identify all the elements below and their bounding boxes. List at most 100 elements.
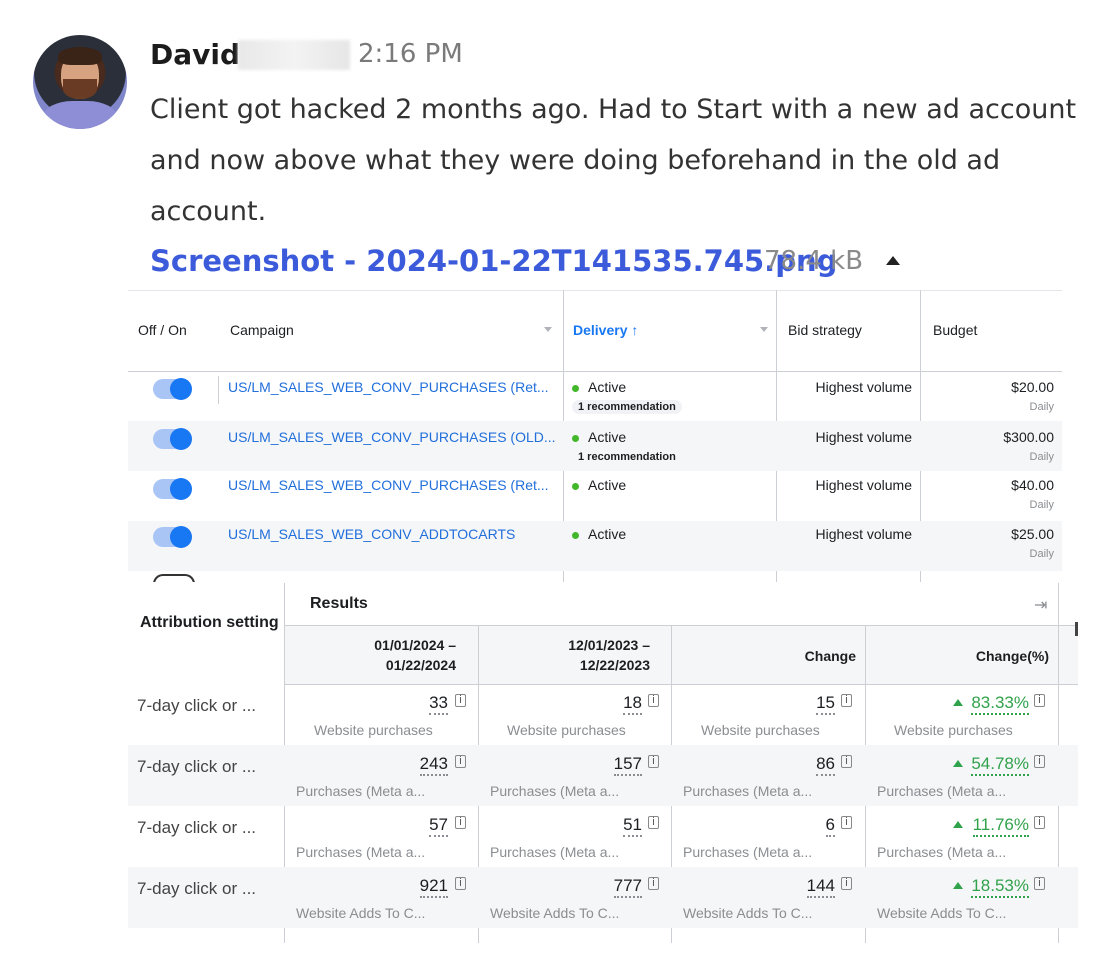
info-icon[interactable]: i — [455, 877, 466, 890]
message-text: Client got hacked 2 months ago. Had to S… — [150, 94, 1077, 227]
result-previous[interactable]: 157 — [613, 754, 642, 776]
collapse-column-icon[interactable]: ⇥ — [1034, 595, 1047, 615]
result-current[interactable]: 243 — [419, 754, 448, 776]
delivery-sort-icon[interactable] — [760, 327, 768, 332]
info-icon[interactable]: i — [1034, 816, 1045, 829]
campaign-toggle[interactable] — [153, 378, 192, 400]
table-row[interactable]: US/LM_SALES_WEB_CONV_PURCHASES (Ret... A… — [128, 471, 1062, 521]
result-previous[interactable]: 18 — [623, 693, 642, 715]
col-header-previous[interactable]: 12/01/2023 –12/22/2023 — [512, 635, 650, 675]
campaign-toggle[interactable] — [153, 428, 192, 450]
author-name[interactable]: David — [150, 38, 240, 71]
collapse-caret-icon[interactable] — [886, 256, 900, 265]
attachment-size: 78.4 kB — [764, 246, 864, 276]
campaign-toggle[interactable] — [153, 478, 192, 500]
results-header[interactable]: Results — [310, 595, 368, 613]
avatar-shirt — [43, 101, 117, 129]
info-icon[interactable]: i — [648, 877, 659, 890]
info-icon[interactable]: i — [455, 694, 466, 707]
info-icon[interactable]: i — [841, 694, 852, 707]
result-desc: Purchases (Meta a... — [683, 783, 813, 799]
result-change-pct[interactable]: 11.76% — [972, 815, 1029, 837]
table-row[interactable]: 7-day click or ... 57 i Purchases (Meta a… — [128, 806, 1078, 867]
result-desc: Purchases (Meta a... — [877, 844, 1007, 860]
cut-off-column-edge — [1075, 622, 1078, 636]
info-icon[interactable]: i — [648, 755, 659, 768]
campaigns-table: Off / On Campaign Delivery ↑ Bid strateg… — [128, 290, 1062, 582]
col-header-change-pct[interactable]: Change(%) — [928, 646, 1049, 666]
budget-amount[interactable]: $25.00 — [1011, 526, 1054, 542]
info-icon[interactable]: i — [841, 755, 852, 768]
result-current[interactable]: 921 — [419, 876, 448, 898]
table-row[interactable]: 7-day click or ... 33 i Website purchases… — [128, 684, 1078, 745]
result-desc: Website Adds To C... — [490, 905, 620, 921]
toggle-knob — [170, 378, 192, 400]
result-change[interactable]: 15 — [816, 693, 835, 715]
active-dot-icon — [572, 483, 579, 490]
budget-period: Daily — [1029, 401, 1054, 413]
table-row[interactable]: 7-day click or ... 243 i Purchases (Meta … — [128, 745, 1078, 806]
result-change-pct[interactable]: 18.53% — [971, 876, 1029, 898]
header-campaign[interactable]: Campaign — [230, 322, 294, 338]
campaign-name-link[interactable]: US/LM_SALES_WEB_CONV_PURCHASES (OLD... — [228, 429, 556, 445]
result-change-pct[interactable]: 54.78% — [971, 754, 1029, 776]
result-change-pct[interactable]: 83.33% — [971, 693, 1029, 715]
delivery-status: Active — [588, 477, 627, 493]
attribution-header[interactable]: Attribution setting — [140, 613, 279, 633]
result-change[interactable]: 86 — [816, 754, 835, 776]
header-budget[interactable]: Budget — [933, 322, 977, 338]
info-icon[interactable]: i — [841, 877, 852, 890]
info-icon[interactable]: i — [648, 694, 659, 707]
info-icon[interactable]: i — [455, 816, 466, 829]
info-icon[interactable]: i — [1034, 877, 1045, 890]
result-desc: Website Adds To C... — [877, 905, 1007, 921]
col-header-change[interactable]: Change — [728, 646, 856, 666]
attribution-value: 7-day click or ... — [137, 696, 257, 715]
budget-period: Daily — [1029, 499, 1054, 511]
result-desc: Purchases (Meta a... — [296, 844, 426, 860]
campaign-name-link[interactable]: US/LM_SALES_WEB_CONV_ADDTOCARTS — [228, 526, 515, 542]
delivery-status: Active — [588, 379, 627, 395]
active-dot-icon — [572, 385, 579, 392]
info-icon[interactable]: i — [1034, 694, 1045, 707]
campaign-name-link[interactable]: US/LM_SALES_WEB_CONV_PURCHASES (Ret... — [228, 477, 549, 493]
result-desc: Purchases (Meta a... — [877, 783, 1007, 799]
campaign-name-link[interactable]: US/LM_SALES_WEB_CONV_PURCHASES (Ret... — [228, 379, 549, 395]
avatar-hair — [58, 47, 102, 65]
result-current[interactable]: 33 — [429, 693, 448, 715]
info-icon[interactable]: i — [841, 816, 852, 829]
budget-amount[interactable]: $20.00 — [1011, 379, 1054, 395]
result-previous[interactable]: 777 — [613, 876, 642, 898]
campaign-sort-icon[interactable] — [544, 327, 552, 332]
table-row[interactable]: US/LM_SALES_WEB_CONV_ADDTOCARTS Active H… — [128, 521, 1062, 571]
recommendation-badge[interactable]: 1 recommendation — [572, 450, 682, 464]
up-arrow-icon — [953, 882, 963, 889]
col-header-current[interactable]: 01/01/2024 –01/22/2024 — [318, 635, 456, 675]
table-row[interactable]: 7-day click or ... 921 i Website Adds To … — [128, 867, 1078, 928]
attribution-value: 7-day click or ... — [137, 757, 257, 776]
avatar[interactable] — [33, 35, 127, 129]
attachment-link[interactable]: Screenshot - 2024-01-22T141535.745.png — [150, 244, 837, 278]
header-bid-strategy[interactable]: Bid strategy — [788, 322, 862, 338]
bid-strategy: Highest volume — [815, 379, 913, 395]
delivery-status: Active — [588, 429, 627, 445]
info-icon[interactable]: i — [648, 816, 659, 829]
info-icon[interactable]: i — [455, 755, 466, 768]
budget-amount[interactable]: $300.00 — [1003, 429, 1054, 445]
result-current[interactable]: 57 — [429, 815, 448, 837]
result-change[interactable]: 144 — [806, 876, 835, 898]
table-row[interactable]: US/LM_SALES_WEB_CONV_PURCHASES (OLD... A… — [128, 421, 1062, 471]
recommendation-badge[interactable]: 1 recommendation — [572, 400, 682, 414]
message-time[interactable]: 2:16 PM — [358, 39, 463, 69]
toggle-knob — [170, 526, 192, 548]
campaign-toggle[interactable] — [153, 526, 192, 548]
result-change[interactable]: 6 — [825, 815, 835, 837]
up-arrow-icon — [953, 760, 963, 767]
table-row[interactable]: US/LM_SALES_WEB_CONV_PURCHASES (Ret... A… — [128, 371, 1062, 421]
cut-off-toggle[interactable] — [153, 574, 195, 582]
header-delivery[interactable]: Delivery ↑ — [573, 322, 638, 338]
result-desc: Purchases (Meta a... — [683, 844, 813, 860]
info-icon[interactable]: i — [1034, 755, 1045, 768]
budget-amount[interactable]: $40.00 — [1011, 477, 1054, 493]
result-previous[interactable]: 51 — [623, 815, 642, 837]
